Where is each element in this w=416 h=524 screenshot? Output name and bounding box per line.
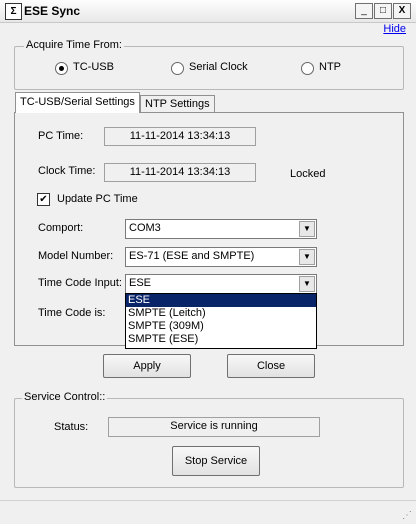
title-bar[interactable]: Σ ESE Sync _ □ X [0, 0, 416, 23]
close-window-button[interactable]: X [393, 3, 411, 19]
model-number-select[interactable]: ES-71 (ESE and SMPTE) ▼ [125, 247, 317, 267]
apply-button[interactable]: Apply [103, 354, 191, 378]
radio-ntp[interactable] [301, 62, 314, 75]
chevron-down-icon[interactable]: ▼ [299, 276, 315, 292]
acquire-time-title: Acquire Time From: [24, 39, 124, 51]
time-code-input-label: Time Code Input: [38, 277, 122, 289]
app-logo-icon: Σ [5, 3, 22, 20]
time-code-input-dropdown[interactable]: ESE SMPTE (Leitch) SMPTE (309M) SMPTE (E… [125, 293, 317, 349]
service-status-label: Status: [54, 421, 89, 433]
status-bar: ⋰ [0, 500, 416, 524]
time-code-input-value: ESE [129, 277, 152, 289]
time-code-label: Time Code is: [38, 307, 106, 319]
comport-value: COM3 [129, 222, 161, 234]
hide-link[interactable]: Hide [383, 23, 406, 35]
update-pc-time-checkbox[interactable]: ✔ [37, 193, 50, 206]
service-control-title: Service Control:: [22, 391, 108, 403]
radio-tc-usb-label: TC-USB [73, 61, 114, 73]
stop-service-button[interactable]: Stop Service [172, 446, 260, 476]
close-button[interactable]: Close [227, 354, 315, 378]
update-pc-time-label: Update PC Time [57, 193, 138, 205]
clock-time-label: Clock Time: [38, 165, 96, 177]
pc-time-field: 11-11-2014 13:34:13 [104, 127, 256, 146]
window-title: ESE Sync [24, 4, 81, 18]
chevron-down-icon[interactable]: ▼ [299, 221, 315, 237]
radio-ntp-label: NTP [319, 61, 341, 73]
tab-ntp-settings[interactable]: NTP Settings [140, 95, 215, 113]
maximize-button[interactable]: □ [374, 3, 392, 19]
time-code-input-select[interactable]: ESE ▼ [125, 274, 317, 294]
radio-tc-usb[interactable] [55, 62, 68, 75]
resize-grip-icon[interactable]: ⋰ [402, 510, 414, 522]
minimize-button[interactable]: _ [355, 3, 373, 19]
lock-status: Locked [290, 168, 326, 180]
comport-select[interactable]: COM3 ▼ [125, 219, 317, 239]
tab-tc-usb-serial-settings[interactable]: TC-USB/Serial Settings [15, 92, 140, 113]
dropdown-option-smpte-ese[interactable]: SMPTE (ESE) [126, 333, 316, 346]
radio-serial-clock[interactable] [171, 62, 184, 75]
chevron-down-icon[interactable]: ▼ [299, 249, 315, 265]
dropdown-option-smpte-309m[interactable]: SMPTE (309M) [126, 320, 316, 333]
dropdown-option-smpte-leitch[interactable]: SMPTE (Leitch) [126, 307, 316, 320]
radio-serial-clock-label: Serial Clock [189, 61, 248, 73]
service-status-field: Service is running [108, 417, 320, 437]
pc-time-label: PC Time: [38, 130, 84, 142]
clock-time-field: 11-11-2014 13:34:13 [104, 163, 256, 182]
comport-label: Comport: [38, 222, 84, 234]
model-number-value: ES-71 (ESE and SMPTE) [129, 250, 255, 262]
dropdown-option-ese[interactable]: ESE [126, 294, 316, 307]
model-number-label: Model Number: [38, 250, 114, 262]
